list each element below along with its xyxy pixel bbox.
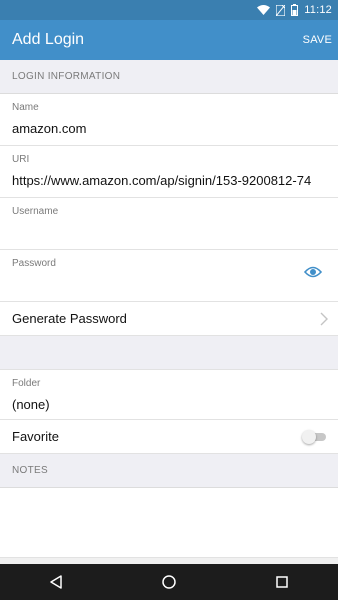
section-header-notes: NOTES — [0, 454, 338, 488]
generate-password-label: Generate Password — [12, 311, 127, 326]
navigation-bar — [0, 564, 338, 600]
name-label: Name — [12, 102, 39, 113]
folder-label: Folder — [12, 378, 41, 389]
chevron-right-icon — [320, 312, 328, 325]
name-field[interactable]: Name amazon.com — [0, 94, 338, 146]
folder-field[interactable]: Folder (none) — [0, 370, 338, 420]
eye-icon[interactable] — [304, 265, 322, 279]
home-circle-icon — [162, 575, 176, 589]
username-label: Username — [12, 206, 59, 217]
back-triangle-icon — [50, 575, 63, 589]
recents-button[interactable] — [262, 567, 302, 597]
folder-value[interactable]: (none) — [12, 396, 330, 414]
no-sim-icon — [276, 4, 286, 16]
password-label: Password — [12, 258, 56, 269]
status-time: 11:12 — [304, 4, 332, 16]
generate-password-row[interactable]: Generate Password — [0, 302, 338, 336]
uri-field[interactable]: URI https://www.amazon.com/ap/signin/153… — [0, 146, 338, 198]
uri-value[interactable]: https://www.amazon.com/ap/signin/153-920… — [12, 172, 330, 190]
section-spacer — [0, 336, 338, 370]
favorite-row: Favorite — [0, 420, 338, 454]
battery-icon — [291, 4, 299, 16]
password-field[interactable]: Password — [0, 250, 338, 302]
app-bar: Add Login SAVE — [0, 20, 338, 60]
favorite-label: Favorite — [12, 429, 59, 444]
toggle-thumb — [302, 429, 316, 444]
save-button[interactable]: SAVE — [295, 28, 332, 52]
back-button[interactable] — [36, 567, 76, 597]
page-title: Add Login — [12, 31, 85, 48]
section-header-login-information: LOGIN INFORMATION — [0, 60, 338, 94]
wifi-icon — [257, 5, 271, 15]
username-field[interactable]: Username — [0, 198, 338, 250]
favorite-toggle[interactable] — [302, 429, 328, 444]
home-button[interactable] — [149, 567, 189, 597]
form-content: LOGIN INFORMATION Name amazon.com URI ht… — [0, 60, 338, 564]
password-value[interactable] — [12, 276, 330, 294]
notes-input[interactable] — [0, 488, 338, 558]
status-bar: 11:12 — [0, 0, 338, 20]
uri-label: URI — [12, 154, 30, 165]
name-value[interactable]: amazon.com — [12, 120, 330, 138]
recents-square-icon — [275, 576, 288, 588]
username-value[interactable] — [12, 224, 330, 242]
